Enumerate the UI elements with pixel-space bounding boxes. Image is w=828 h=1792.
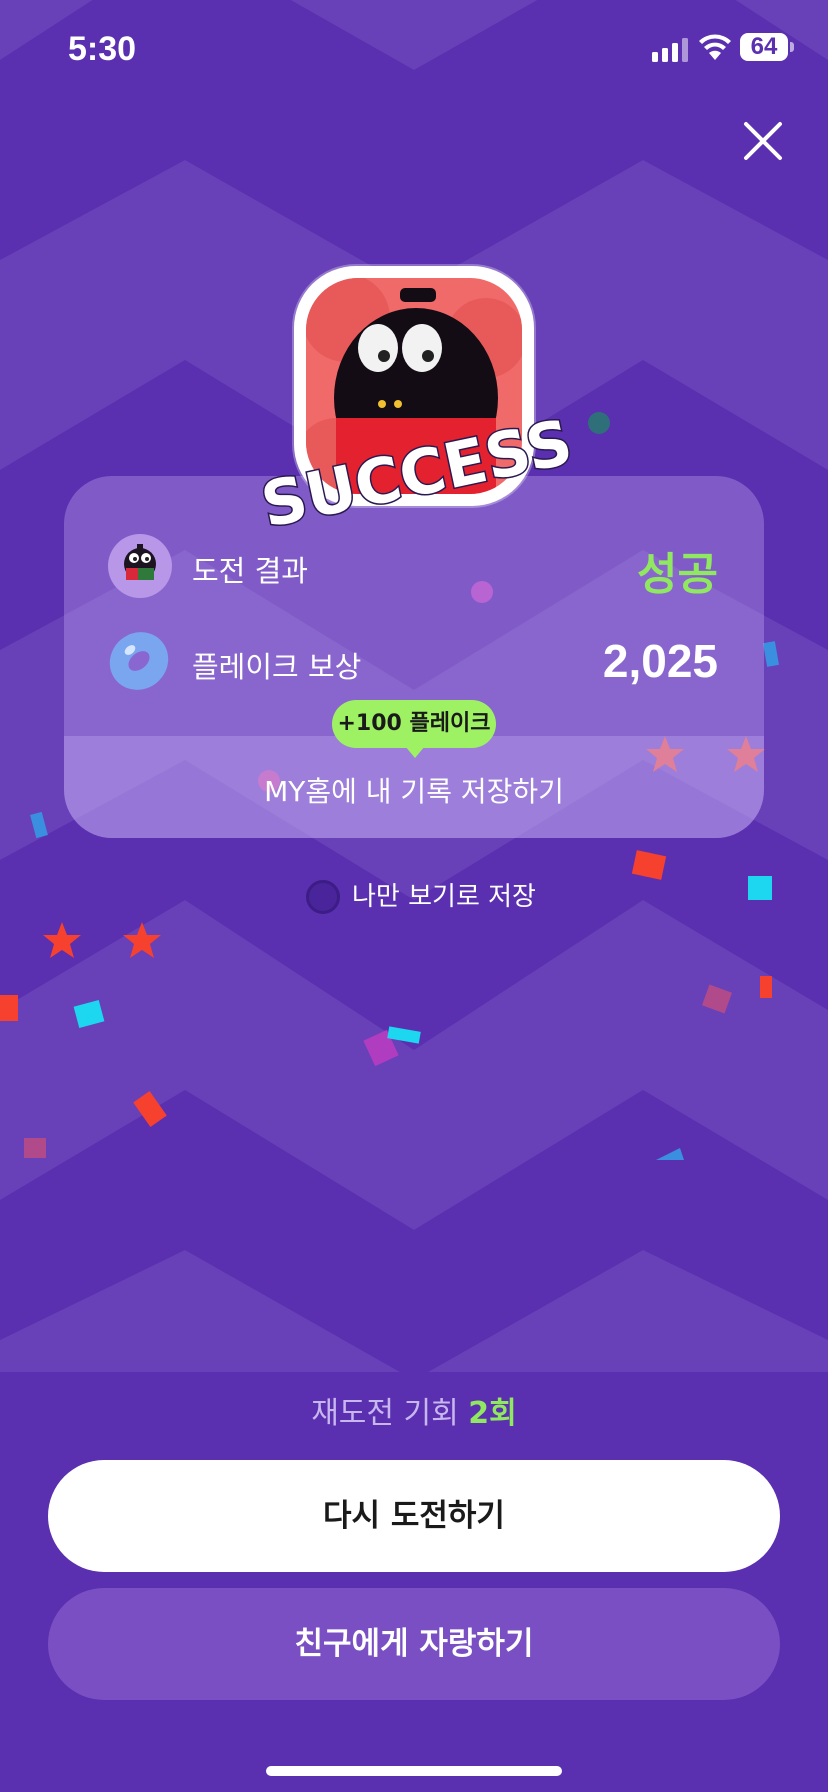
share-button[interactable]: 친구에게 자랑하기	[48, 1588, 780, 1700]
home-indicator[interactable]	[266, 1766, 562, 1776]
cellular-signal-icon	[652, 38, 688, 62]
reward-value: 2,025	[602, 635, 718, 687]
reward-label: 플레이크 보상	[192, 650, 362, 684]
result-value: 성공	[637, 549, 718, 600]
retry-count: 재도전 기회 2회	[0, 1388, 828, 1432]
status-bar: 5:30 64	[0, 0, 828, 100]
success-banner: SUCCESS	[262, 404, 572, 535]
bottom-panel	[0, 1372, 828, 1792]
retry-count-label: 재도전 기회	[311, 1396, 459, 1431]
retry-count-number: 2회	[468, 1396, 517, 1431]
status-time: 5:30	[68, 30, 137, 68]
bonus-badge: +100 플레이크	[332, 700, 496, 748]
success-banner-text: SUCCESS	[262, 405, 572, 535]
close-icon[interactable]	[740, 118, 786, 164]
save-to-my-home-link[interactable]: MY홈에 내 기록 저장하기	[0, 770, 828, 810]
result-label: 도전 결과	[192, 554, 308, 588]
wifi-icon	[699, 34, 731, 60]
battery-tip	[790, 42, 794, 52]
battery-icon: 64	[740, 33, 788, 61]
private-save-radio[interactable]	[306, 880, 340, 914]
bonus-badge-tail	[405, 746, 425, 758]
flake-donut-icon	[109, 632, 169, 690]
retry-button[interactable]: 다시 도전하기	[48, 1460, 780, 1572]
private-save-label: 나만 보기로 저장	[352, 882, 536, 912]
avatar	[108, 534, 172, 598]
